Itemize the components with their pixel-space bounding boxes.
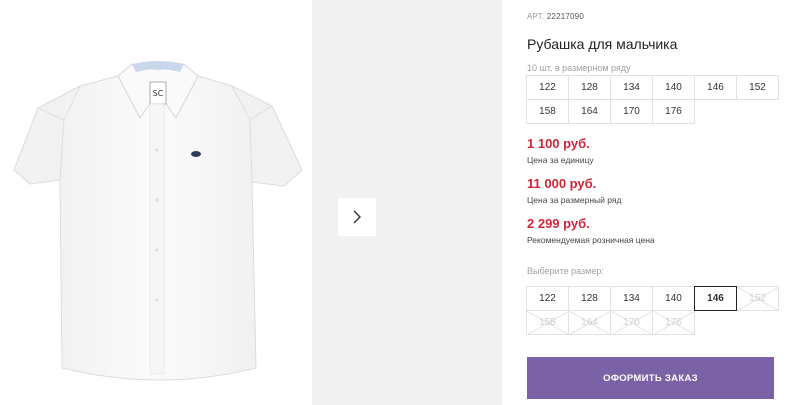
- size-option-140[interactable]: 140: [652, 286, 695, 311]
- series-size-cell: 176: [652, 99, 695, 124]
- size-option-128[interactable]: 128: [568, 286, 611, 311]
- series-size-cell: 134: [610, 75, 653, 100]
- size-option-label: 164: [581, 317, 598, 328]
- series-size-cell: 140: [652, 75, 695, 100]
- size-option-label: 146: [707, 293, 724, 304]
- choose-size-label: Выберите размер:: [527, 266, 604, 276]
- series-price-label: Цена за размерный ряд: [527, 195, 622, 205]
- size-selector: 122 128 134 140 146 152 158 164 170 176: [526, 286, 779, 335]
- retail-price-label: Рекомендуемая розничная цена: [527, 235, 655, 245]
- series-size-cell: 146: [694, 75, 737, 100]
- size-option-164: 164: [568, 310, 611, 335]
- series-size-cell: 128: [568, 75, 611, 100]
- svg-text:SC: SC: [153, 89, 164, 98]
- size-option-label: 170: [623, 317, 640, 328]
- size-option-158: 158: [526, 310, 569, 335]
- size-option-146[interactable]: 146: [694, 286, 737, 311]
- series-size-cell: 170: [610, 99, 653, 124]
- retail-price: 2 299 руб.: [527, 216, 590, 231]
- series-size-cell: 158: [526, 99, 569, 124]
- size-option-label: 152: [749, 293, 766, 304]
- product-image: SC: [0, 0, 312, 405]
- size-option-label: 134: [623, 293, 640, 304]
- size-option-label: 158: [539, 317, 556, 328]
- series-size-cell: 122: [526, 75, 569, 100]
- series-note: 10 шт. в размерном ряду: [527, 63, 631, 73]
- shirt-image: SC: [13, 61, 303, 381]
- chevron-right-icon: [353, 210, 361, 224]
- sku-label: АРТ.: [527, 12, 545, 21]
- size-option-122[interactable]: 122: [526, 286, 569, 311]
- size-option-176: 176: [652, 310, 695, 335]
- sku-value: 22217090: [546, 12, 584, 21]
- size-option-label: 122: [539, 293, 556, 304]
- series-size-cell: 164: [568, 99, 611, 124]
- series-price: 11 000 руб.: [527, 176, 597, 191]
- series-size-grid: 122 128 134 140 146 152 158 164 170 176: [526, 75, 779, 124]
- place-order-button[interactable]: ОФОРМИТЬ ЗАКАЗ: [527, 357, 774, 399]
- series-size-cell: 152: [736, 75, 779, 100]
- unit-price: 1 100 руб.: [527, 136, 590, 151]
- size-option-label: 176: [665, 317, 682, 328]
- size-option-170: 170: [610, 310, 653, 335]
- size-option-label: 140: [665, 293, 682, 304]
- unit-price-label: Цена за единицу: [527, 155, 594, 165]
- next-image-button[interactable]: [338, 198, 376, 236]
- sku: АРТ. 22217090: [527, 12, 584, 21]
- size-option-152: 152: [736, 286, 779, 311]
- size-option-134[interactable]: 134: [610, 286, 653, 311]
- product-title: Рубашка для мальчика: [527, 36, 678, 52]
- size-option-label: 128: [581, 293, 598, 304]
